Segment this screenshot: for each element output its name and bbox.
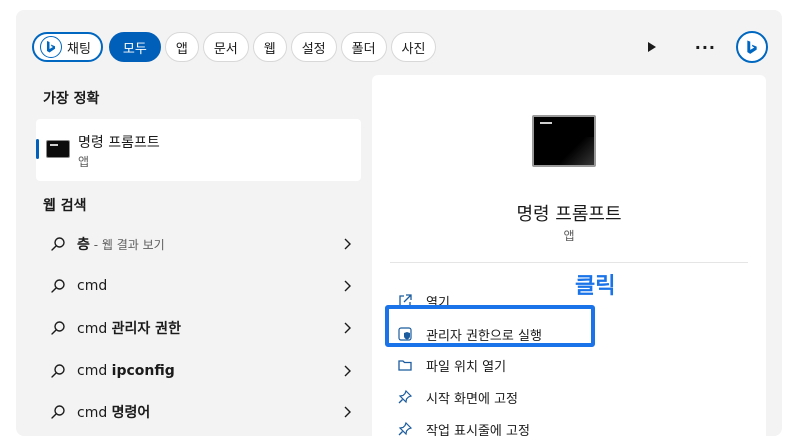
tab-folders[interactable]: 폴더 <box>340 32 387 62</box>
click-annotation: 클릭 <box>575 274 616 299</box>
bing-icon <box>747 40 757 54</box>
tab-chat-label: 채팅 <box>67 41 91 57</box>
search-icon <box>51 237 65 251</box>
search-icon <box>51 364 65 378</box>
best-match-item[interactable]: 명령 프롬프트 앱 <box>36 119 361 181</box>
command-prompt-icon <box>532 115 596 167</box>
query-suffix: - 웹 결과 보기 <box>89 238 165 252</box>
filter-tabs: 채팅 모두 앱 문서 웹 설정 폴더 사진 <box>32 31 440 63</box>
command-prompt-icon <box>46 140 70 158</box>
tab-photos-label: 사진 <box>401 41 426 57</box>
action-pin-to-taskbar[interactable]: 작업 표시줄에 고정 <box>396 414 530 436</box>
best-match-type: 앱 <box>78 155 90 169</box>
bing-chat-button[interactable] <box>736 31 768 63</box>
tab-photos[interactable]: 사진 <box>390 32 437 62</box>
chevron-right-icon <box>344 365 351 377</box>
query-bold: ipconfig <box>111 363 175 379</box>
preview-title: 명령 프롬프트 <box>516 204 622 225</box>
web-result-item[interactable]: cmd 관리자 권한 <box>36 309 361 347</box>
open-external-icon <box>396 292 414 310</box>
search-icon <box>51 321 65 335</box>
tab-web-label: 웹 <box>263 41 276 57</box>
play-icon <box>647 42 656 52</box>
chevron-right-icon <box>344 406 351 418</box>
action-open[interactable]: 열기 <box>396 286 450 316</box>
pin-icon <box>396 388 414 406</box>
tab-chat[interactable]: 채팅 <box>32 32 103 62</box>
web-result-item[interactable]: cmd ipconfig <box>36 352 361 390</box>
top-right-controls: ··· <box>643 31 768 63</box>
tab-all[interactable]: 모두 <box>108 32 161 62</box>
web-result-query: cmd 명령어 <box>77 402 150 422</box>
folder-icon <box>396 356 414 374</box>
more-options-button[interactable]: ··· <box>695 38 716 57</box>
action-open-file-location[interactable]: 파일 위치 열기 <box>396 350 506 380</box>
action-pin-to-taskbar-label: 작업 표시줄에 고정 <box>426 423 530 437</box>
divider <box>390 262 748 263</box>
tab-settings[interactable]: 설정 <box>290 32 337 62</box>
action-open-file-location-label: 파일 위치 열기 <box>426 359 507 375</box>
search-panel: 채팅 모두 앱 문서 웹 설정 폴더 사진 ··· 가장 정확 명령 프롬프트 … <box>16 10 782 436</box>
selection-indicator <box>36 139 39 159</box>
action-run-as-admin-label: 관리자 권한으로 실행 <box>426 328 542 344</box>
tab-all-label: 모두 <box>122 41 147 57</box>
tab-settings-label: 설정 <box>301 41 326 57</box>
more-tabs-button[interactable] <box>643 38 661 56</box>
action-run-as-admin[interactable]: 관리자 권한으로 실행 <box>396 319 542 349</box>
web-result-query: cmd ipconfig <box>77 363 175 379</box>
action-pin-to-start-label: 시작 화면에 고정 <box>426 391 518 407</box>
query-bold: 명령어 <box>111 405 151 421</box>
tab-folders-label: 폴더 <box>351 41 376 57</box>
shield-icon <box>396 325 414 343</box>
pin-icon <box>396 420 414 436</box>
search-icon <box>51 279 65 293</box>
query-prefix: cmd <box>77 405 112 421</box>
web-result-item[interactable]: cmd 명령어 <box>36 393 361 431</box>
tab-apps[interactable]: 앱 <box>164 32 199 62</box>
preview-subtitle: 앱 <box>563 229 575 243</box>
bing-icon <box>40 36 62 58</box>
action-pin-to-start[interactable]: 시작 화면에 고정 <box>396 382 518 412</box>
tab-documents[interactable]: 문서 <box>202 32 249 62</box>
web-result-item[interactable]: cmd <box>36 267 361 305</box>
query-prefix: cmd <box>77 363 112 379</box>
chevron-right-icon <box>344 238 351 250</box>
web-result-item[interactable]: 층 - 웹 결과 보기 <box>36 225 361 263</box>
web-search-heading: 웹 검색 <box>43 198 87 214</box>
search-icon <box>51 405 65 419</box>
best-match-name: 명령 프롬프트 <box>78 135 160 151</box>
query-bold: 층 <box>77 237 90 253</box>
query-prefix: cmd <box>77 321 112 337</box>
tab-web[interactable]: 웹 <box>252 32 287 62</box>
web-result-query: 층 - 웹 결과 보기 <box>77 234 165 254</box>
web-result-query: cmd <box>77 278 108 294</box>
tab-documents-label: 문서 <box>213 41 238 57</box>
action-open-label: 열기 <box>426 295 450 311</box>
tab-apps-label: 앱 <box>175 41 188 57</box>
preview-pane: 명령 프롬프트 앱 열기 관리자 권한으로 실행 파일 위치 열기 시작 화면에… <box>372 75 766 436</box>
chevron-right-icon <box>344 322 351 334</box>
best-match-heading: 가장 정확 <box>43 91 100 107</box>
query-bold: 관리자 권한 <box>111 321 181 337</box>
chevron-right-icon <box>344 280 351 292</box>
web-result-query: cmd 관리자 권한 <box>77 318 181 338</box>
